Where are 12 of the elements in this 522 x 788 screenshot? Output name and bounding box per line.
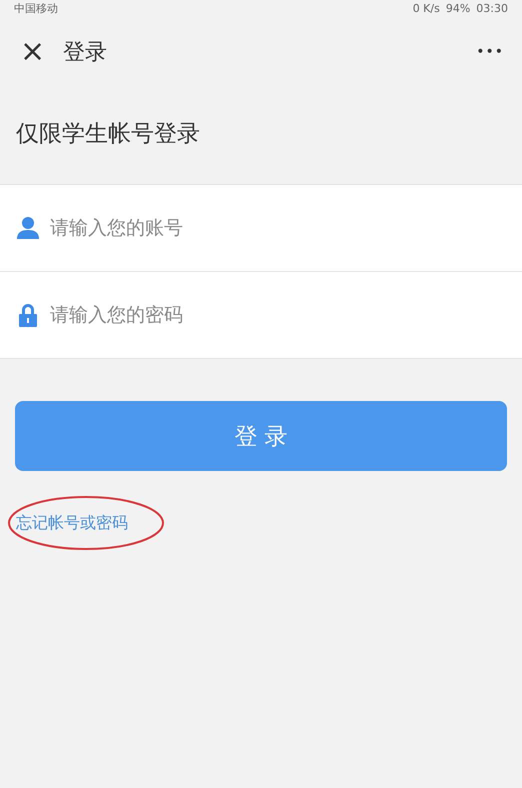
lock-icon <box>16 303 40 327</box>
clock-text: 03:30 <box>476 2 508 14</box>
password-field[interactable]: 请输入您的密码 <box>48 294 506 336</box>
close-button[interactable]: × <box>14 37 52 67</box>
carrier-text: 中国移动 <box>14 0 58 16</box>
page-title: 登录 <box>63 39 108 67</box>
more-button[interactable]: ••• <box>472 40 508 64</box>
account-field[interactable]: 请输入您的账号 <box>48 207 506 249</box>
user-icon <box>16 216 40 240</box>
battery-text: 94% <box>446 2 470 14</box>
network-speed: 0 K/s <box>412 2 440 14</box>
section-heading: 仅限学生帐号登录 <box>16 121 200 147</box>
